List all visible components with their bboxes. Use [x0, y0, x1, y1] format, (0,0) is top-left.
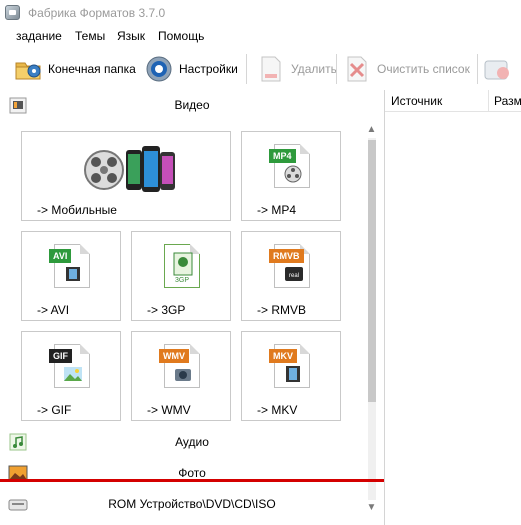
rmvb-tag: RMVB — [269, 249, 304, 263]
menu-task[interactable]: задание — [16, 29, 62, 43]
avi-file-icon: AVI — [49, 244, 90, 288]
scroll-thumb[interactable] — [368, 140, 376, 402]
tile-gif[interactable]: GIF -> GIF — [21, 331, 121, 421]
clear-list-button[interactable]: Очистить список — [343, 52, 470, 86]
menu-themes[interactable]: Темы — [75, 29, 105, 43]
category-video[interactable]: Видео — [0, 90, 384, 120]
more-toolbar-button[interactable] — [483, 52, 517, 86]
toolbar-separator — [246, 54, 247, 84]
mp4-file-icon: MP4 — [269, 144, 310, 188]
tile-mkv[interactable]: MKV -> MKV — [241, 331, 341, 421]
clear-list-label: Очистить список — [377, 62, 470, 76]
tile-mp4[interactable]: MP4 -> MP4 — [241, 131, 341, 221]
folder-stop-icon — [483, 55, 511, 83]
title-bar: Фабрика Форматов 3.7.0 — [0, 0, 521, 26]
tile-wmv-label: -> WMV — [147, 403, 191, 417]
category-photo[interactable]: Фото — [0, 458, 384, 488]
wmv-file-icon: WMV — [159, 344, 200, 388]
tile-rmvb[interactable]: RMVB real -> RMVB — [241, 231, 341, 321]
delete-button[interactable]: Удалить — [257, 52, 337, 86]
tile-mp4-label: -> MP4 — [257, 203, 297, 217]
delete-label: Удалить — [291, 62, 337, 76]
window-title: Фабрика Форматов 3.7.0 — [28, 6, 166, 20]
tile-3gp-label: -> 3GP — [147, 303, 186, 317]
column-size[interactable]: Разме — [489, 90, 521, 112]
column-source[interactable]: Источник — [385, 90, 489, 112]
app-icon — [5, 5, 20, 20]
tile-mobile-label: -> Мобильные — [37, 203, 117, 217]
category-video-label: Видео — [174, 98, 210, 112]
scroll-up-icon[interactable]: ▲ — [363, 122, 380, 137]
film-reel-phones-icon — [82, 144, 178, 196]
3gp-file-icon: 3GP — [164, 244, 200, 288]
tile-mkv-label: -> MKV — [257, 403, 298, 417]
menu-bar: задание Темы Язык Помощь — [0, 26, 521, 46]
format-panel: Видео -> Мобильные MP4 -> MP4 AVI -> AVI… — [0, 90, 384, 525]
mkv-tag: MKV — [269, 349, 297, 363]
menu-help[interactable]: Помощь — [158, 29, 204, 43]
category-audio[interactable]: Аудио — [0, 427, 384, 457]
gear-icon — [145, 55, 173, 83]
delete-file-icon — [257, 55, 285, 83]
gif-file-icon: GIF — [49, 344, 90, 388]
svg-text:real: real — [289, 273, 299, 279]
menu-language[interactable]: Язык — [117, 29, 145, 43]
folder-icon — [14, 55, 42, 83]
category-rom-label: ROM Устройство\DVD\CD\ISO — [108, 497, 276, 511]
tile-rmvb-label: -> RMVB — [257, 303, 307, 317]
mkv-file-icon: MKV — [269, 344, 310, 388]
mp4-tag: MP4 — [269, 149, 296, 163]
category-rom[interactable]: ROM Устройство\DVD\CD\ISO — [0, 489, 384, 519]
output-folder-label: Конечная папка — [48, 62, 136, 76]
category-audio-label: Аудио — [175, 435, 209, 449]
3gp-tag: 3GP — [175, 277, 190, 284]
category-photo-label: Фото — [178, 466, 206, 480]
settings-button[interactable]: Настройки — [145, 52, 238, 86]
tile-mobile[interactable]: -> Мобильные — [21, 131, 231, 221]
rmvb-file-icon: RMVB real — [269, 244, 310, 288]
toolbar: Конечная папка Настройки Удалить Очистит… — [0, 48, 521, 90]
wmv-tag: WMV — [159, 349, 189, 363]
tile-gif-label: -> GIF — [37, 403, 72, 417]
settings-label: Настройки — [179, 62, 238, 76]
avi-tag: AVI — [49, 249, 72, 263]
tile-avi-label: -> AVI — [37, 303, 70, 317]
clear-list-icon — [343, 55, 371, 83]
tile-wmv[interactable]: WMV -> WMV — [131, 331, 231, 421]
drag-indicator-line — [0, 479, 384, 482]
toolbar-separator — [336, 54, 337, 84]
gif-tag: GIF — [49, 349, 72, 363]
output-folder-button[interactable]: Конечная папка — [14, 52, 136, 86]
file-list-panel: Источник Разме — [384, 90, 521, 525]
tile-avi[interactable]: AVI -> AVI — [21, 231, 121, 321]
tile-3gp[interactable]: 3GP -> 3GP — [131, 231, 231, 321]
toolbar-separator — [477, 54, 478, 84]
